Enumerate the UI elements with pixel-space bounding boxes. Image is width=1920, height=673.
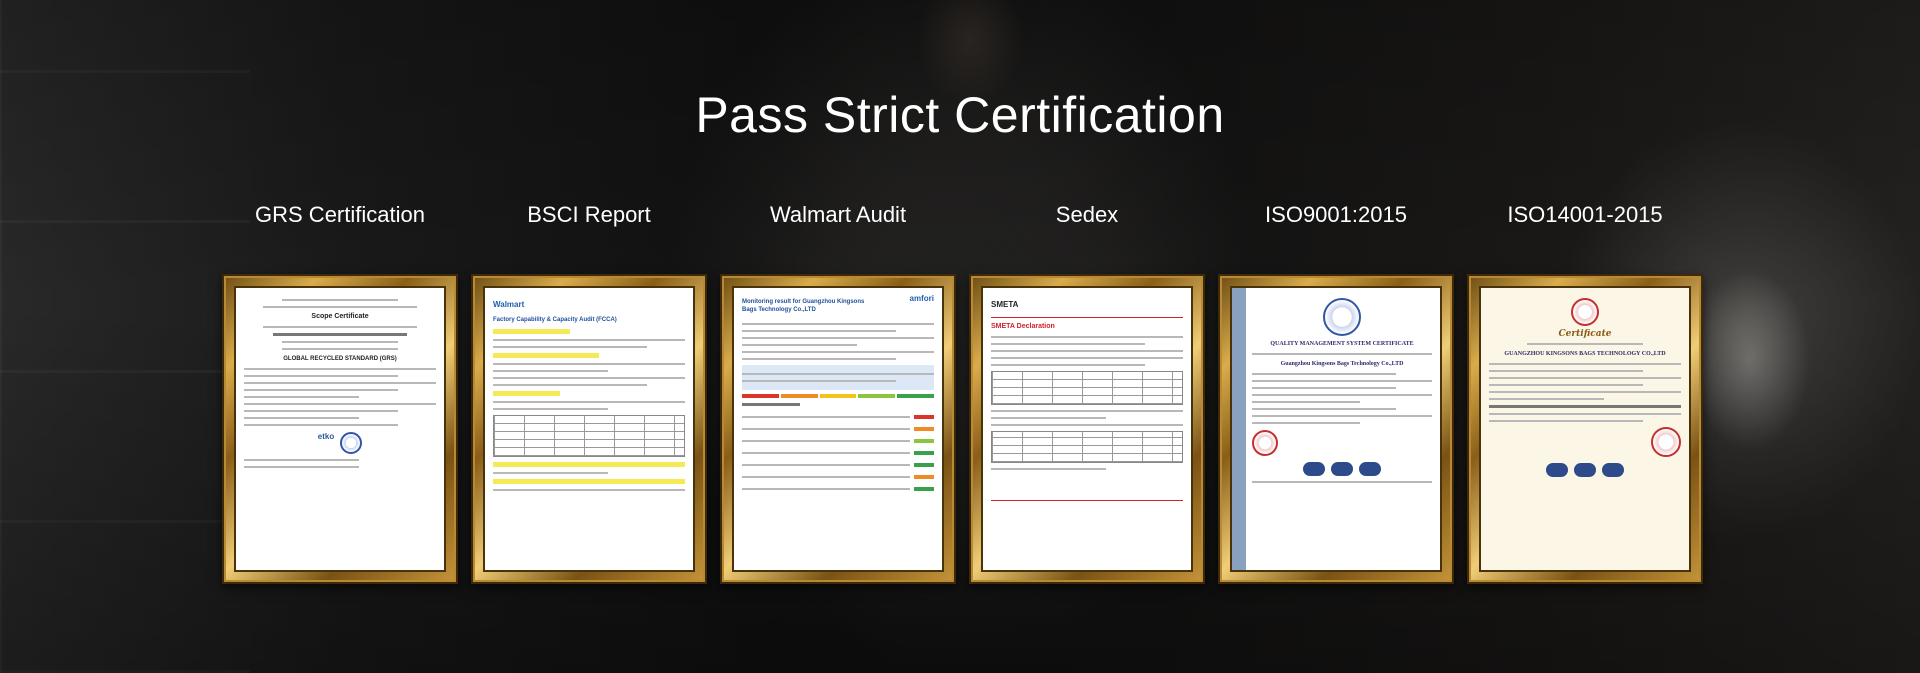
certificate-label: Sedex bbox=[1055, 202, 1119, 227]
company-stamp-icon bbox=[1252, 430, 1278, 456]
document-subtitle: GUANGZHOU KINGSONS BAGS TECHNOLOGY CO.,L… bbox=[1504, 351, 1666, 357]
document-title: QUALITY MANAGEMENT SYSTEM CERTIFICATE bbox=[1270, 341, 1414, 347]
certificate-iso14001[interactable]: ISO14001-2015 Certificate GUANGZHOU KING… bbox=[1467, 200, 1703, 584]
certificate-document: Scope Certificate GLOBAL RECYCLED STANDA… bbox=[234, 286, 446, 572]
certificate-grs[interactable]: GRS Certification Scope Certificate GLOB… bbox=[222, 200, 458, 584]
certificate-document: Walmart Factory Capability & Capacity Au… bbox=[483, 286, 695, 572]
certificate-sedex[interactable]: Sedex SMETA SMETA Declaration bbox=[969, 200, 1205, 584]
smeta-logo-icon: SMETA bbox=[991, 300, 1019, 309]
gold-frame: Scope Certificate GLOBAL RECYCLED STANDA… bbox=[222, 274, 458, 584]
document-subtitle: GLOBAL RECYCLED STANDARD (GRS) bbox=[283, 356, 397, 362]
gold-frame: Certificate GUANGZHOU KINGSONS BAGS TECH… bbox=[1467, 274, 1703, 584]
certificate-label: ISO9001:2015 bbox=[1265, 202, 1407, 227]
iacc-seal-icon bbox=[1571, 298, 1599, 326]
gold-frame: SMETA SMETA Declaration bbox=[969, 274, 1205, 584]
walmart-logo-icon: Walmart bbox=[493, 300, 525, 309]
amfori-logo-icon: amfori bbox=[909, 294, 934, 303]
certificate-label: GRS Certification bbox=[255, 202, 425, 227]
grs-seal-icon bbox=[340, 432, 363, 454]
certificate-label: Walmart Audit bbox=[769, 202, 907, 227]
certificate-document: Certificate GUANGZHOU KINGSONS BAGS TECH… bbox=[1479, 286, 1691, 572]
certificate-walmart-audit[interactable]: Walmart Audit Monitoring result for Guan… bbox=[720, 200, 956, 584]
document-title: Scope Certificate bbox=[311, 313, 369, 320]
document-title: Factory Capability & Capacity Audit (FCC… bbox=[493, 317, 617, 323]
etko-logo-icon: etko bbox=[317, 432, 335, 441]
certificate-label: BSCI Report bbox=[527, 202, 651, 227]
document-title: Monitoring result for Guangzhou Kingsons… bbox=[742, 299, 865, 313]
document-title: Certificate bbox=[1558, 329, 1612, 339]
document-title: SMETA Declaration bbox=[991, 323, 1055, 330]
certificate-document: Monitoring result for Guangzhou Kingsons… bbox=[732, 286, 944, 572]
gold-frame: QUALITY MANAGEMENT SYSTEM CERTIFICATE Gu… bbox=[1218, 274, 1454, 584]
gold-frame: Walmart Factory Capability & Capacity Au… bbox=[471, 274, 707, 584]
certificate-label: ISO14001-2015 bbox=[1507, 202, 1663, 227]
certificate-iso9001[interactable]: ISO9001:2015 QUALITY MANAGEMENT SYSTEM C… bbox=[1218, 200, 1454, 584]
certificate-document: SMETA SMETA Declaration bbox=[981, 286, 1193, 572]
document-subtitle: Guangzhou Kingsons Bags Technology Co.,L… bbox=[1280, 361, 1404, 367]
certificate-row: GRS Certification Scope Certificate GLOB… bbox=[0, 0, 1920, 673]
gold-frame: Monitoring result for Guangzhou Kingsons… bbox=[720, 274, 956, 584]
company-stamp-icon bbox=[1651, 427, 1681, 457]
certificate-bsci[interactable]: BSCI Report Walmart Factory Capability &… bbox=[471, 200, 707, 584]
icas-seal-icon bbox=[1323, 298, 1361, 336]
certificate-document: QUALITY MANAGEMENT SYSTEM CERTIFICATE Gu… bbox=[1230, 286, 1442, 572]
